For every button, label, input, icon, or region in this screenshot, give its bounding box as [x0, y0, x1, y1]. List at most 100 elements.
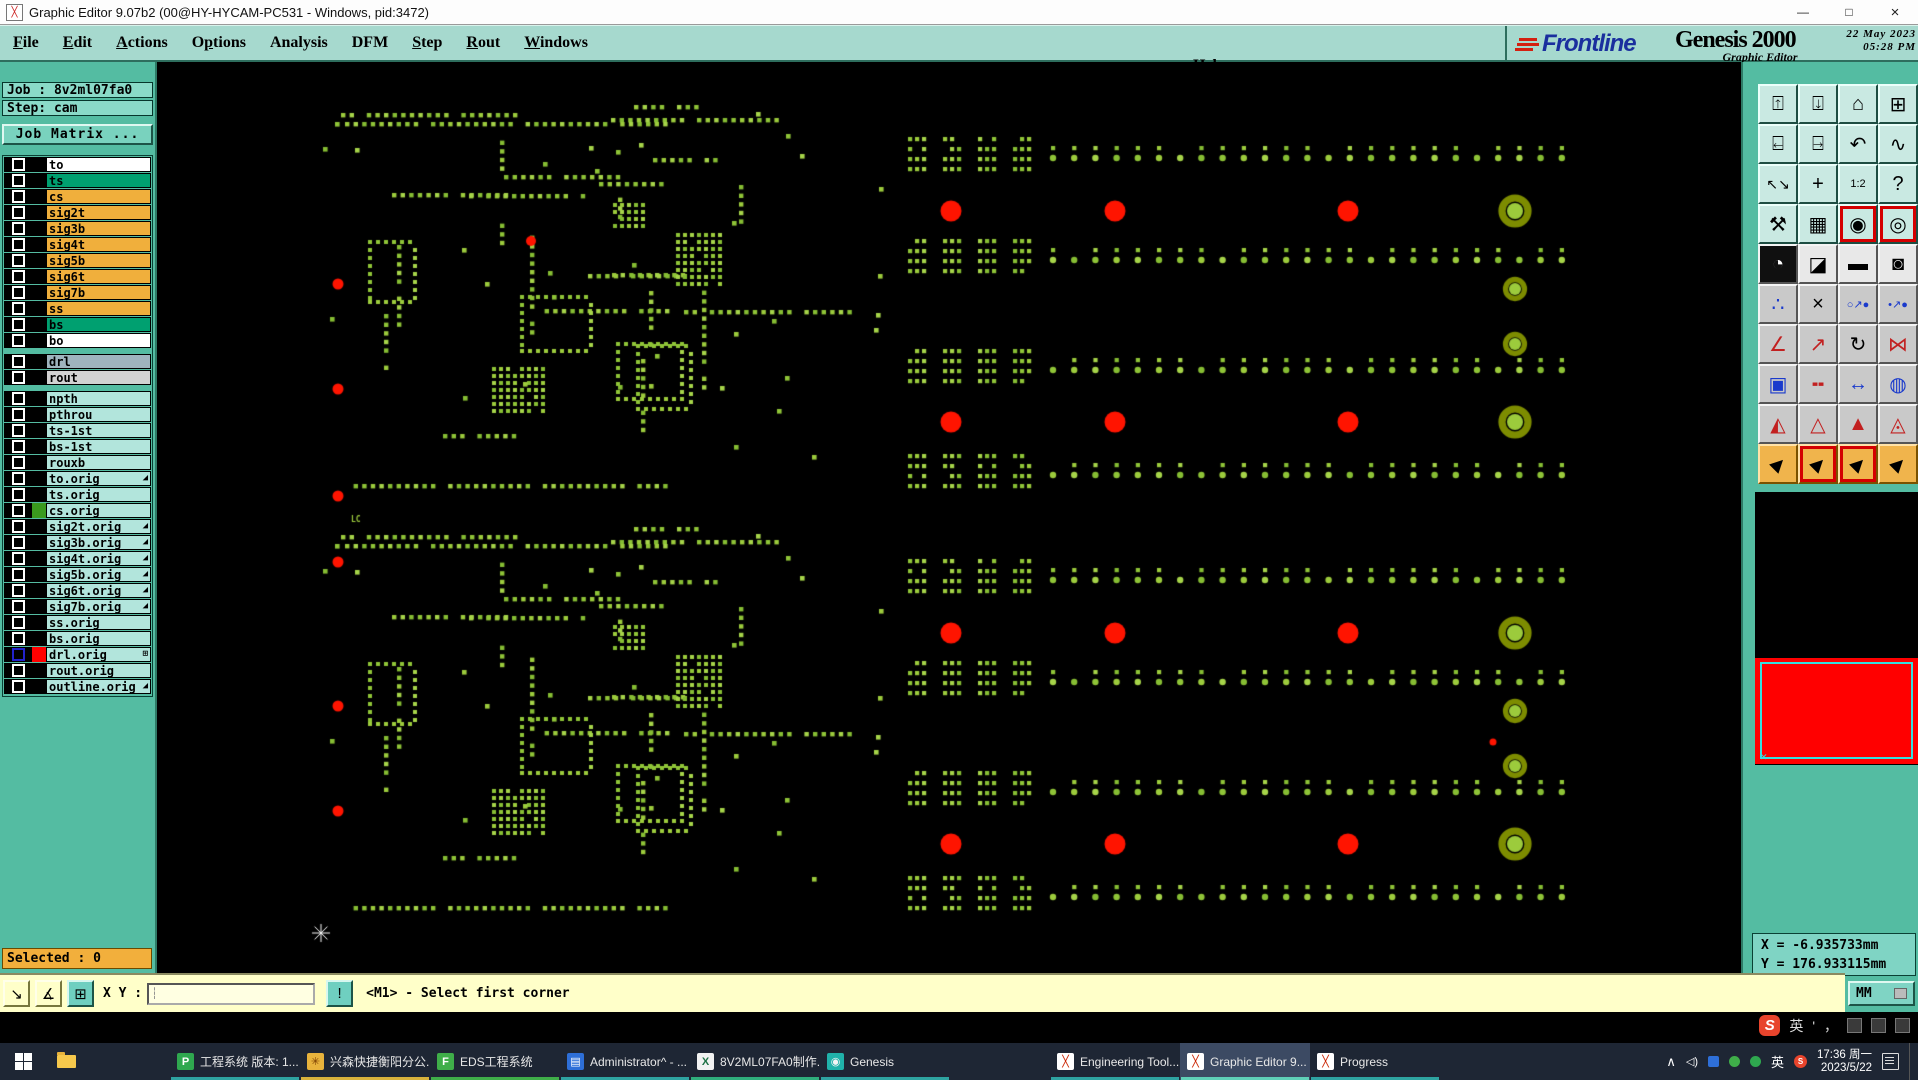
- select-polygon-button[interactable]: ►: [1838, 444, 1878, 484]
- layer-name[interactable]: sig6t: [46, 269, 151, 284]
- layer-row-rouxb[interactable]: rouxb: [4, 455, 151, 470]
- ime-keyboard-icon[interactable]: [1871, 1018, 1886, 1033]
- layer-checkbox[interactable]: [10, 471, 26, 486]
- arc-option-a-button[interactable]: ◭: [1758, 404, 1798, 444]
- units-button[interactable]: MM: [1848, 981, 1915, 1006]
- layer-name[interactable]: rouxb: [46, 455, 151, 470]
- layer-name[interactable]: outline.orig ◢: [46, 679, 151, 694]
- menu-file[interactable]: File: [13, 34, 39, 52]
- job-matrix-button[interactable]: Job Matrix ...: [2, 124, 153, 145]
- ime-tools-icon[interactable]: [1895, 1018, 1910, 1033]
- layer-row-bo[interactable]: bo: [4, 333, 151, 348]
- layer-checkbox[interactable]: [10, 205, 26, 220]
- layer-context-arrow-icon[interactable]: ◢: [143, 586, 148, 595]
- serpentine-route-button[interactable]: ∿: [1878, 124, 1918, 164]
- layer-row-sig3b.orig[interactable]: sig3b.orig ◢: [4, 535, 151, 550]
- tray-green-b-icon[interactable]: [1750, 1056, 1761, 1067]
- layer-checkbox[interactable]: [10, 407, 26, 422]
- grid-toggle-button[interactable]: ▦: [1798, 204, 1838, 244]
- arc-option-d-button[interactable]: ◬: [1878, 404, 1918, 444]
- layer-name[interactable]: bs.orig: [46, 631, 151, 646]
- file-explorer-button[interactable]: [46, 1043, 86, 1080]
- layer-name[interactable]: sig6t.orig ◢: [46, 583, 151, 598]
- tray-sogou-icon[interactable]: S: [1794, 1055, 1808, 1068]
- zoom-home-button[interactable]: ⌂: [1838, 84, 1878, 124]
- layer-row-rout[interactable]: rout: [4, 370, 151, 385]
- layer-checkbox[interactable]: [10, 487, 26, 502]
- taskbar-item-progress[interactable]: ╳ Progress: [1310, 1043, 1440, 1080]
- layer-name[interactable]: rout: [46, 370, 151, 385]
- sogou-logo-icon[interactable]: S: [1759, 1015, 1781, 1036]
- layer-name[interactable]: ss: [46, 301, 151, 316]
- layer-checkbox[interactable]: [10, 439, 26, 454]
- volume-icon[interactable]: ◁): [1686, 1055, 1698, 1068]
- measure-ruler-button[interactable]: ▬: [1838, 244, 1878, 284]
- layer-row-bs[interactable]: bs: [4, 317, 151, 332]
- layer-context-arrow-icon[interactable]: ◢: [143, 522, 148, 531]
- layer-checkbox[interactable]: [10, 157, 26, 172]
- draw-line-button[interactable]: ↗: [1798, 324, 1838, 364]
- layer-name[interactable]: pthrou: [46, 407, 151, 422]
- layer-checkbox[interactable]: [10, 583, 26, 598]
- delete-button[interactable]: ×: [1798, 284, 1838, 324]
- layer-name[interactable]: sig7b.orig ◢: [46, 599, 151, 614]
- layer-name[interactable]: cs: [46, 189, 151, 204]
- layer-name[interactable]: sig3b: [46, 221, 151, 236]
- menu-step[interactable]: Step: [412, 34, 442, 52]
- layer-checkbox[interactable]: [10, 221, 26, 236]
- xy-input[interactable]: ┆: [147, 982, 316, 1005]
- maximize-button[interactable]: □: [1826, 0, 1872, 24]
- layer-checkbox[interactable]: [10, 189, 26, 204]
- layer-row-sig7b[interactable]: sig7b: [4, 285, 151, 300]
- layer-name[interactable]: bs-1st: [46, 439, 151, 454]
- setup-tools-button[interactable]: ⚒: [1758, 204, 1798, 244]
- layer-checkbox[interactable]: [10, 535, 26, 550]
- layer-checkbox[interactable]: [10, 285, 26, 300]
- layer-checkbox[interactable]: [10, 551, 26, 566]
- layer-name[interactable]: sig2t.orig ◢: [46, 519, 151, 534]
- menu-rout[interactable]: Rout: [466, 34, 500, 52]
- taskbar-item-eds-[interactable]: F EDS工程系统: [430, 1043, 560, 1080]
- layer-name[interactable]: bo: [46, 333, 151, 348]
- layer-row-sig4t.orig[interactable]: sig4t.orig ◢: [4, 551, 151, 566]
- layer-row-bs-1st[interactable]: bs-1st: [4, 439, 151, 454]
- layer-name[interactable]: drl: [46, 354, 151, 369]
- layer-row-npth[interactable]: npth: [4, 391, 151, 406]
- layer-name[interactable]: drl.orig ⊞: [46, 647, 151, 662]
- layer-checkbox[interactable]: [10, 237, 26, 252]
- tray-app-icon[interactable]: [1708, 1056, 1719, 1067]
- move-symbol-button[interactable]: •↗●: [1878, 284, 1918, 324]
- layer-checkbox[interactable]: [10, 317, 26, 332]
- show-desktop-button[interactable]: [1909, 1043, 1914, 1080]
- split-window-xy-button[interactable]: ⊞: [1878, 84, 1918, 124]
- start-button[interactable]: [0, 1043, 46, 1080]
- zoom-up-button[interactable]: ⍐: [1758, 84, 1798, 124]
- ime-punct-1[interactable]: ': [1812, 1018, 1815, 1034]
- arc-option-c-button[interactable]: ▲: [1838, 404, 1878, 444]
- notification-center-icon[interactable]: [1882, 1053, 1899, 1070]
- rotate-button[interactable]: ↻: [1838, 324, 1878, 364]
- layer-context-arrow-icon[interactable]: ◢: [143, 554, 148, 563]
- highlight-mode-button[interactable]: ◔: [1758, 244, 1798, 284]
- ime-punct-2[interactable]: ，: [1824, 1016, 1838, 1036]
- layer-name[interactable]: sig3b.orig ◢: [46, 535, 151, 550]
- layer-row-sig4t[interactable]: sig4t: [4, 237, 151, 252]
- capture-pad-button[interactable]: ◙: [1878, 244, 1918, 284]
- layer-checkbox[interactable]: [10, 519, 26, 534]
- layer-checkbox[interactable]: [10, 370, 26, 385]
- layer-checkbox[interactable]: [10, 455, 26, 470]
- menu-actions[interactable]: Actions: [116, 34, 168, 52]
- layer-context-arrow-icon[interactable]: ◢: [143, 474, 148, 483]
- layer-name[interactable]: sig4t: [46, 237, 151, 252]
- select-net-button[interactable]: ►: [1878, 444, 1918, 484]
- menu-windows[interactable]: Windows: [524, 34, 588, 52]
- layer-checkbox[interactable]: [10, 647, 26, 662]
- ime-lang-indicator[interactable]: 英: [1789, 1016, 1803, 1036]
- layer-checkbox[interactable]: [10, 354, 26, 369]
- layer-checkbox[interactable]: [10, 391, 26, 406]
- layer-checkbox[interactable]: [10, 567, 26, 582]
- layer-checkbox[interactable]: [10, 615, 26, 630]
- layer-row-sig6t[interactable]: sig6t: [4, 269, 151, 284]
- net-endpoints-button[interactable]: ∴: [1758, 284, 1798, 324]
- taskbar-item-graphic-editor-9-[interactable]: ╳ Graphic Editor 9...: [1180, 1043, 1310, 1080]
